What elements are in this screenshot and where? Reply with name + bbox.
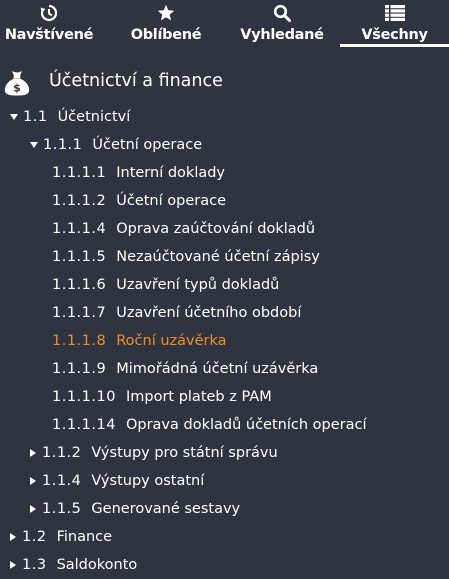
tree-item-label: Nezaúčtované účetní zápisy xyxy=(116,249,320,265)
module-header[interactable]: $ Účetnictví a finance xyxy=(0,62,449,102)
caret-down-icon[interactable] xyxy=(10,114,18,120)
tree-item-number: 1.1.1.7 xyxy=(52,305,107,321)
tree-item-number: 1.2 xyxy=(22,529,47,545)
tab-oblibene[interactable]: Oblíbené xyxy=(114,0,218,50)
tree-item-number: 1.3 xyxy=(22,557,47,573)
tree-item-label: Finance xyxy=(56,529,113,545)
tree-item-1-1-1[interactable]: 1.1.1 Účetní operace xyxy=(30,132,203,158)
tree-item-label: Uzavření typů dokladů xyxy=(116,277,280,293)
money-bag-icon: $ xyxy=(2,67,32,97)
history-icon xyxy=(0,4,98,22)
tab-label: Oblíbené xyxy=(130,27,202,43)
tab-label: Všechny xyxy=(361,27,428,43)
caret-right-icon[interactable] xyxy=(10,561,16,569)
tree-item-label: Výstupy pro státní správu xyxy=(91,445,278,461)
tab-label: Navštívené xyxy=(4,27,94,43)
tree-item-label: Výstupy ostatní xyxy=(91,473,205,489)
module-title: Účetnictví a finance xyxy=(49,71,223,91)
tree-item-label: Mimořádná účetní uzávěrka xyxy=(116,361,319,377)
tree-item-number: 1.1.1.2 xyxy=(52,193,107,209)
tree-item-label: Účetní operace xyxy=(92,137,203,153)
tree-item-label: Roční uzávěrka xyxy=(116,333,227,349)
tab-navstivene[interactable]: Navštívené xyxy=(0,0,98,50)
tree-item-1-1-1-8-selected[interactable]: 1.1.1.8 Roční uzávěrka xyxy=(52,328,227,354)
tree-item-1-3[interactable]: 1.3 Saldokonto xyxy=(10,552,138,578)
tree-item-1-1-1-5[interactable]: 1.1.1.5 Nezaúčtované účetní zápisy xyxy=(52,244,320,270)
tree-item-number: 1.1.1.8 xyxy=(52,333,107,349)
tree-item-1-1-1-2[interactable]: 1.1.1.2 Účetní operace xyxy=(52,188,226,214)
tree-item-label: Saldokonto xyxy=(56,557,138,573)
list-icon xyxy=(340,4,449,22)
tree-item-number: 1.1.1.6 xyxy=(52,277,107,293)
tab-bar: Navštívené Oblíbené Vyhledané Všechny xyxy=(0,0,449,50)
tab-vsechny[interactable]: Všechny xyxy=(340,0,449,50)
tree-item-1-1-2[interactable]: 1.1.2 Výstupy pro státní správu xyxy=(30,440,278,466)
tree-item-number: 1.1.1.14 xyxy=(52,417,116,433)
tree-item-label: Uzavření účetního období xyxy=(116,305,302,321)
tree-item-1-1-1-1[interactable]: 1.1.1.1 Interní doklady xyxy=(52,160,225,186)
tab-label: Vyhledané xyxy=(240,27,324,43)
tree-item-1-2[interactable]: 1.2 Finance xyxy=(10,524,113,550)
tree-item-1-1-1-14[interactable]: 1.1.1.14 Oprava dokladů účetních operací xyxy=(52,412,367,438)
tree-item-1-1-4[interactable]: 1.1.4 Výstupy ostatní xyxy=(30,468,205,494)
caret-right-icon[interactable] xyxy=(30,477,36,485)
tree-item-number: 1.1 xyxy=(23,109,48,125)
tree-item-number: 1.1.1.4 xyxy=(52,221,107,237)
tree-item-1-1-1-9[interactable]: 1.1.1.9 Mimořádná účetní uzávěrka xyxy=(52,356,318,382)
tree-item-label: Oprava zaúčtování dokladů xyxy=(116,221,316,237)
tab-vyhledane[interactable]: Vyhledané xyxy=(234,0,330,50)
star-icon xyxy=(114,4,218,22)
tree-item-1-1-1-4[interactable]: 1.1.1.4 Oprava zaúčtování dokladů xyxy=(52,216,315,242)
tree-item-1-1-5[interactable]: 1.1.5 Generované sestavy xyxy=(30,496,241,522)
tree-item-label: Účetní operace xyxy=(116,193,226,209)
tree-item-1-1[interactable]: 1.1 Účetnictví xyxy=(10,104,131,130)
tree-item-label: Generované sestavy xyxy=(91,501,241,517)
svg-text:$: $ xyxy=(13,82,21,95)
tree-item-label: Oprava dokladů účetních operací xyxy=(125,417,367,433)
tree-item-number: 1.1.1.9 xyxy=(52,361,107,377)
caret-right-icon[interactable] xyxy=(30,449,36,457)
caret-right-icon[interactable] xyxy=(30,505,36,513)
tree-item-1-1-1-7[interactable]: 1.1.1.7 Uzavření účetního období xyxy=(52,300,301,326)
tree-item-number: 1.1.1 xyxy=(43,137,83,153)
tree-item-label: Účetnictví xyxy=(57,109,131,125)
tree-item-label: Interní doklady xyxy=(116,165,226,181)
tree-item-number: 1.1.1.1 xyxy=(52,165,107,181)
caret-down-icon[interactable] xyxy=(30,142,38,148)
tree-item-1-1-1-6[interactable]: 1.1.1.6 Uzavření typů dokladů xyxy=(52,272,279,298)
search-icon xyxy=(234,4,330,22)
tree-item-label: Import plateb z PAM xyxy=(125,389,272,405)
tree-item-number: 1.1.1.5 xyxy=(52,249,107,265)
tree-item-number: 1.1.1.10 xyxy=(52,389,116,405)
tree-item-number: 1.1.2 xyxy=(42,445,82,461)
caret-right-icon[interactable] xyxy=(10,533,16,541)
tree-item-1-1-1-10[interactable]: 1.1.1.10 Import plateb z PAM xyxy=(52,384,272,410)
active-tab-indicator xyxy=(340,44,449,47)
tree-item-number: 1.1.5 xyxy=(42,501,82,517)
tree-item-number: 1.1.4 xyxy=(42,473,82,489)
